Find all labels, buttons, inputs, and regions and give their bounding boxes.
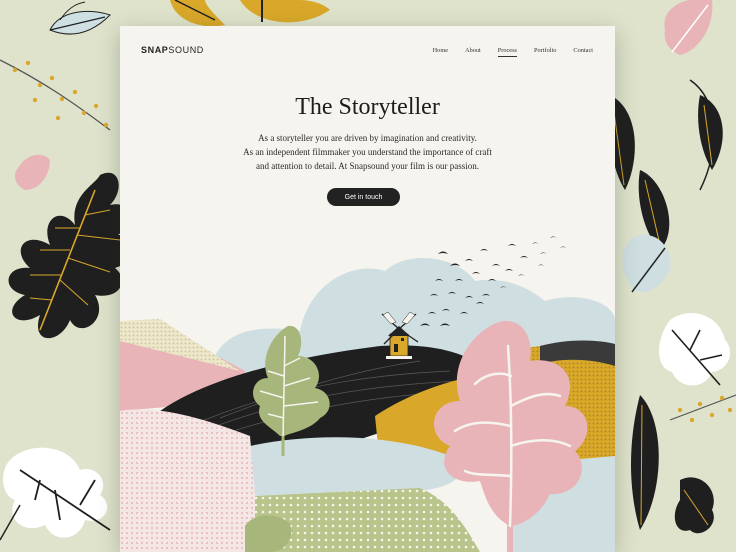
nav-portfolio[interactable]: Portfolio — [534, 47, 556, 57]
nav-home[interactable]: Home — [433, 47, 448, 57]
page-card: SNAPSOUND Home About Process Portfolio C… — [120, 26, 615, 552]
nav-process[interactable]: Process — [497, 47, 518, 57]
intro-paragraph: As a storyteller you are driven by imagi… — [120, 131, 615, 173]
nav-about[interactable]: About — [465, 47, 481, 57]
get-in-touch-button[interactable]: Get in touch — [327, 188, 400, 206]
intro-line-1: As a storyteller you are driven by imagi… — [258, 133, 477, 143]
page-title: The Storyteller — [295, 94, 440, 120]
intro-line-3: and attention to detail. At Snapsound yo… — [256, 161, 479, 171]
intro-line-2: As an independent filmmaker you understa… — [243, 147, 492, 157]
logo-bold-text: SNAP — [141, 45, 169, 55]
nav-contact[interactable]: Contact — [573, 47, 593, 57]
main-nav: Home About Process Portfolio Contact — [433, 47, 593, 57]
brand-logo[interactable]: SNAPSOUND — [141, 45, 204, 55]
logo-rest-text: SOUND — [168, 45, 204, 55]
